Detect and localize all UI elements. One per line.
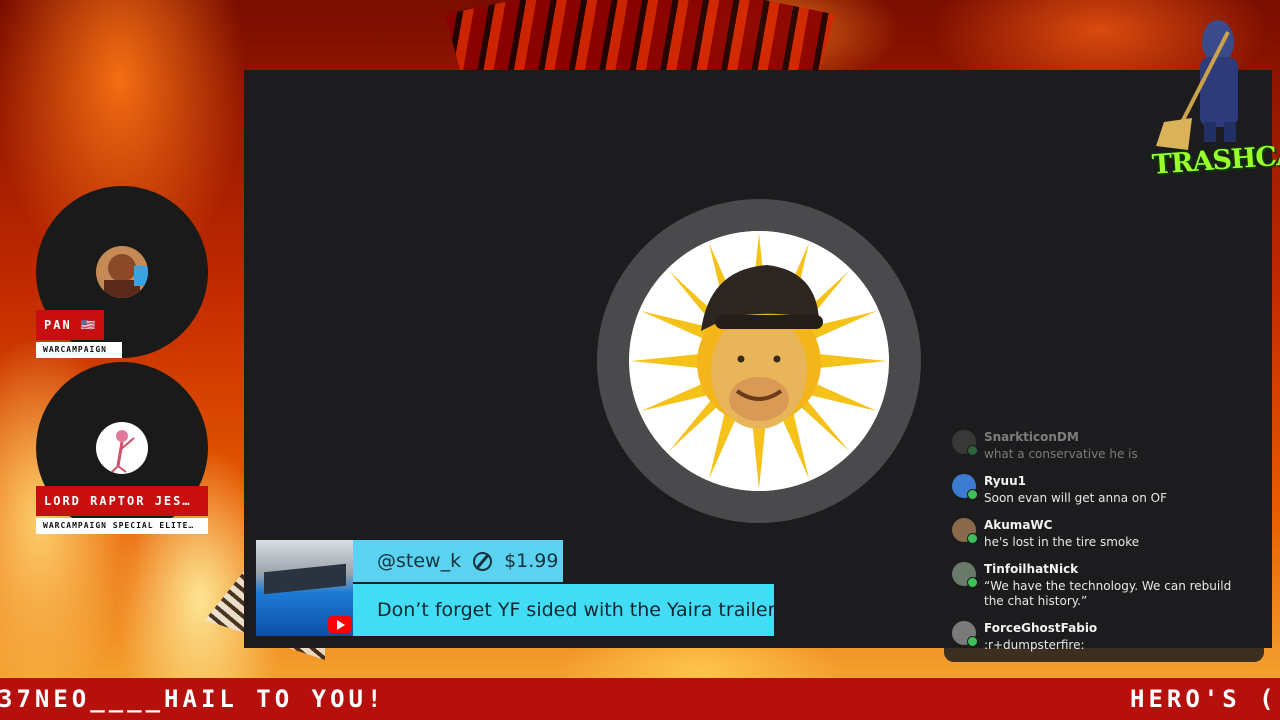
guest-name-tag-2: LORD RAPTOR JES… <box>36 486 208 516</box>
superchat-message: Don’t forget YF sided with the Yaira tra… <box>353 584 775 636</box>
guest-role-tag-1: WARCAMPAIGN <box>36 342 122 358</box>
guest-avatar-1 <box>96 246 148 298</box>
chat-username: ForceGhostFabio <box>984 621 1098 635</box>
chat-username: SnarkticonDM <box>984 430 1079 444</box>
thumbnail-sign <box>264 563 346 595</box>
speaker-avatar <box>629 231 889 491</box>
superchat-header: @stew_k $1.99 <box>353 540 563 582</box>
logo-text: TRASHCAST <box>1151 137 1280 181</box>
youtube-icon <box>328 616 352 633</box>
chat-avatar <box>952 474 978 500</box>
news-ticker: 37NEO____HAIL TO YOU! HERO'S ( <box>0 678 1280 720</box>
guest-avatar-2 <box>96 422 148 474</box>
sunburst-avatar-image <box>629 231 889 491</box>
superchat-amount: $1.99 <box>504 550 559 572</box>
ticker-text-left: 37NEO____HAIL TO YOU! <box>0 685 386 713</box>
chat-username: Ryuu1 <box>984 474 1026 488</box>
chat-text: what a conservative he is <box>984 447 1138 461</box>
chat-username: TinfoilhatNick <box>984 562 1079 576</box>
superchat-username: @stew_k <box>377 550 462 572</box>
chat-text: “We have the technology. We can rebuild … <box>984 579 1232 608</box>
background-emblem <box>445 0 835 72</box>
broom-character-icon <box>1156 20 1238 150</box>
guest-name-tag-1: PAN 🇺🇸 <box>36 310 104 340</box>
chat-avatar <box>952 430 978 456</box>
chat-text: he's lost in the tire smoke <box>984 535 1140 549</box>
chat-avatar <box>952 621 978 647</box>
guest-role-tag-2: WARCAMPAIGN SPECIAL ELITE… <box>36 518 208 534</box>
chat-overlay: SnarkticonDM what a conservative he is R… <box>944 420 1264 662</box>
guest-avatar-image <box>96 246 148 298</box>
trashcast-logo: TRASHCAST <box>1151 12 1280 181</box>
chat-username: AkumaWC <box>984 518 1053 532</box>
chat-avatar <box>952 562 978 588</box>
chat-text: Soon evan will get anna on OF <box>984 491 1167 505</box>
chat-text: :r+dumpsterfire: <box>984 638 1085 652</box>
guest-avatar-image <box>96 422 148 474</box>
ticker-text-right: HERO'S ( <box>1130 685 1278 713</box>
superchat-thumbnail <box>256 540 353 636</box>
platform-icon <box>473 551 493 571</box>
chat-avatar <box>952 518 978 544</box>
